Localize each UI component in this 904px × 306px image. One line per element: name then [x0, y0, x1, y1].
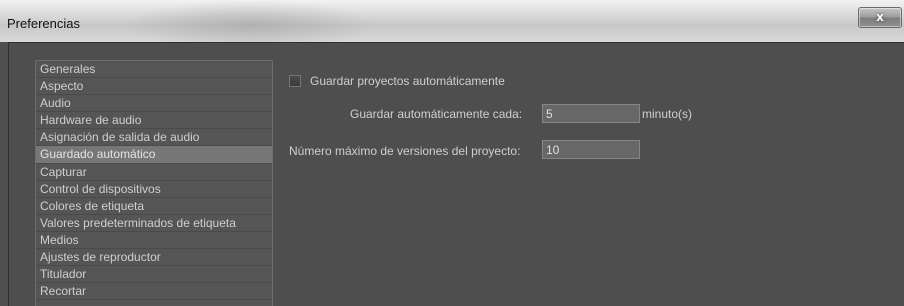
sidebar-item[interactable]: Hardware de audio	[36, 112, 272, 130]
sidebar-item[interactable]: Asignación de salida de audio	[36, 129, 272, 147]
preferences-window: Preferencias x Generales Aspecto Audio Hard…	[0, 0, 904, 306]
autosave-interval-input[interactable]	[542, 104, 640, 123]
sidebar-item[interactable]: Valores predeterminados de etiqueta	[36, 215, 272, 232]
sidebar-item[interactable]: Ajustes de reproductor	[36, 249, 272, 267]
autosave-checkbox[interactable]	[289, 75, 301, 87]
autosave-interval-unit: minuto(s)	[642, 107, 693, 121]
sidebar-item[interactable]: Aspecto	[36, 78, 272, 96]
sidebar-item[interactable]: Generales	[36, 61, 272, 79]
sidebar-item[interactable]: Guardado automático	[36, 146, 272, 164]
title-bar[interactable]: Preferencias x	[0, 0, 904, 42]
sidebar-item[interactable]: Audio	[36, 95, 272, 113]
autosave-interval-label: Guardar automáticamente cada:	[350, 107, 523, 121]
category-list: Generales Aspecto Audio Hardware de audio As…	[35, 60, 273, 306]
window-title: Preferencias	[7, 16, 80, 31]
max-versions-input[interactable]	[542, 140, 640, 159]
sidebar-item[interactable]: Recortar	[36, 283, 272, 301]
preferences-content: Generales Aspecto Audio Hardware de audio As…	[8, 42, 904, 306]
sidebar-item[interactable]: Titulador	[36, 266, 272, 284]
close-icon: x	[876, 10, 884, 24]
sidebar-item[interactable]: Capturar	[36, 164, 272, 181]
autosave-checkbox-label[interactable]: Guardar proyectos automáticamente	[310, 74, 505, 88]
max-versions-label: Número máximo de versiones del proyecto:	[289, 144, 521, 158]
close-button[interactable]: x	[858, 7, 902, 28]
sidebar-item[interactable]: Control de dispositivos	[36, 181, 272, 198]
sidebar-item[interactable]: Medios	[36, 232, 272, 250]
sidebar-item[interactable]: Colores de etiqueta	[36, 198, 272, 215]
